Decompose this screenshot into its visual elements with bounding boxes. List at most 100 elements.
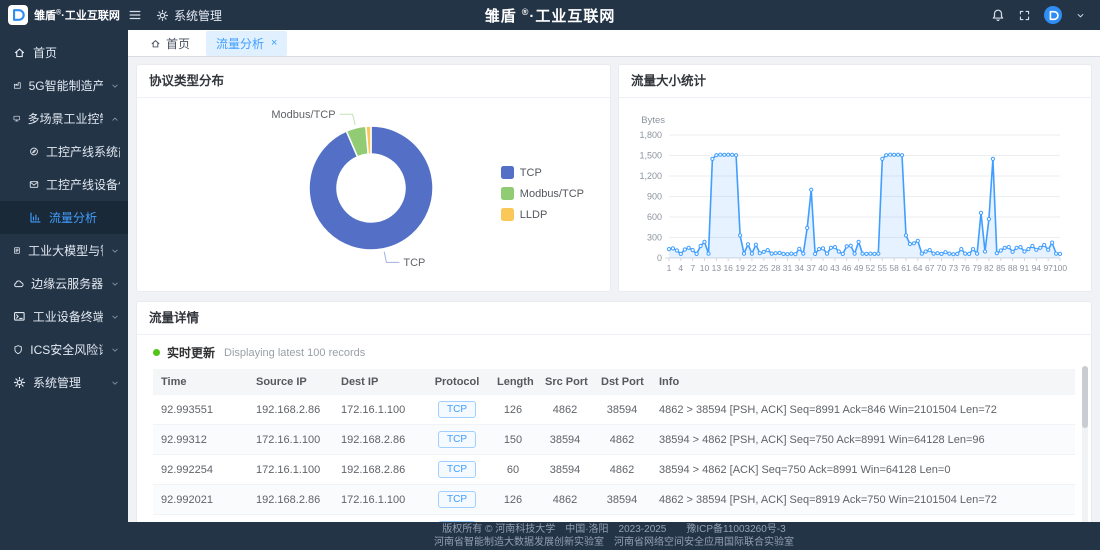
footer: 版权所有 © 河南科技大学 中国·洛阳 2023-2025 豫ICP备11003… (128, 522, 1100, 550)
tab-close-icon[interactable]: × (271, 38, 277, 49)
legend-item-lldp[interactable]: LLDP (501, 208, 584, 221)
home-icon (13, 46, 26, 59)
table-wrapper: TimeSource IPDest IPProtocolLengthSrc Po… (153, 369, 1075, 522)
chart-legend: TCP Modbus/TCP LLDP (501, 166, 584, 229)
svg-text:91: 91 (1020, 263, 1030, 273)
sidebar-item-line-device-info[interactable]: 工控产线设备信息 (0, 168, 128, 201)
sidebar-item-industrial-device-terminal[interactable]: 工业设备终端 (0, 300, 128, 333)
chevron-down-icon (110, 246, 120, 256)
column-header-length: Length (489, 369, 537, 395)
brand-logo[interactable]: 雏盾®·工业互联网 (0, 5, 128, 25)
legend-swatch (501, 166, 514, 179)
sidebar-item-industrial-ai-model[interactable]: 工业大模型与智能检测 (0, 234, 128, 267)
traffic-line-chart: Bytes03006009001,2001,5001,8001471013161… (619, 98, 1091, 291)
cell-src-port: 4862 (537, 485, 593, 515)
content: 协议类型分布 Modbus/TCPTCP TCPModbus/TCPLLDP 流… (128, 57, 1100, 522)
chevron-up-icon (110, 114, 120, 124)
sidebar-item-multi-scene-industrial-control[interactable]: 多场景工业控制产线系统 (0, 102, 128, 135)
svg-text:0: 0 (657, 253, 662, 263)
chevron-down-icon (110, 279, 120, 289)
top-nav-system-management[interactable]: 系统管理 (156, 7, 222, 24)
cell-src-port: 38594 (537, 455, 593, 485)
sidebar-item-system-management[interactable]: 系统管理 (0, 366, 128, 399)
chevron-down-glyph (110, 81, 120, 91)
cell-protocol: TCP (425, 425, 489, 455)
compass-icon (29, 145, 39, 158)
cell-time: 92.993551 (153, 395, 248, 425)
sidebar-item-label: 工业大模型与智能检测 (28, 242, 103, 259)
brand-logo-icon (8, 5, 28, 25)
sidebar-item-label: ICS安全风险评估 (30, 341, 103, 358)
chevron-down-icon (110, 81, 120, 91)
svg-text:37: 37 (806, 263, 816, 273)
panel-traffic-details: 流量详情 实时更新 Displaying latest 100 records … (136, 301, 1092, 522)
cell-length: 126 (489, 395, 537, 425)
svg-text:70: 70 (937, 263, 947, 273)
pie-chart-body: Modbus/TCP TCP TCP Modbus/TCP LLDP (137, 98, 610, 291)
sidebar-item-5g-smart-line[interactable]: 5G智能制造产线系统 (0, 69, 128, 102)
svg-text:300: 300 (647, 233, 662, 243)
sidebar-collapse-button[interactable] (128, 8, 142, 22)
svg-text:97: 97 (1043, 263, 1053, 273)
table-row: 92.991581172.16.1.100192.168.2.86TCP1723… (153, 515, 1075, 523)
avatar[interactable] (1044, 6, 1062, 24)
svg-text:40: 40 (818, 263, 828, 273)
svg-text:600: 600 (647, 212, 662, 222)
fullscreen-icon[interactable] (1018, 9, 1031, 22)
column-header-protocol: Protocol (425, 369, 489, 395)
shield-icon (13, 343, 23, 356)
app-header: 雏盾®·工业互联网 系统管理 雏盾 ®·工业互联网 (0, 0, 1100, 30)
live-status-dot (153, 349, 160, 356)
line-chart-body: Bytes03006009001,2001,5001,8001471013161… (619, 98, 1091, 291)
charts-row: 协议类型分布 Modbus/TCPTCP TCPModbus/TCPLLDP 流… (136, 64, 1092, 292)
svg-text:13: 13 (712, 263, 722, 273)
chevron-down-icon[interactable] (1075, 10, 1086, 21)
sidebar-item-label: 系统管理 (33, 374, 81, 391)
column-header-dest-ip: Dest IP (333, 369, 425, 395)
column-header-time: Time (153, 369, 248, 395)
table-row: 92.992254172.16.1.100192.168.2.86TCP6038… (153, 455, 1075, 485)
legend-item-modbus-tcp[interactable]: Modbus/TCP (501, 187, 584, 200)
sidebar-item-edge-cloud-server[interactable]: 边缘云服务器端 (0, 267, 128, 300)
cell-info: 38594 > 4862 [PSH, ACK] Seq=750 Ack=8991… (651, 425, 1075, 455)
monitor-icon (13, 112, 20, 125)
svg-text:61: 61 (901, 263, 911, 273)
sidebar-item-traffic-analysis[interactable]: 流量分析 (0, 201, 128, 234)
sidebar-item-line-system-intro[interactable]: 工控产线系统简介 (0, 135, 128, 168)
svg-text:58: 58 (889, 263, 899, 273)
chevron-down-icon (110, 345, 120, 355)
cell-dst-port: 4862 (593, 425, 651, 455)
tab-label: 首页 (166, 35, 190, 52)
svg-text:82: 82 (984, 263, 994, 273)
svg-text:49: 49 (854, 263, 864, 273)
table-row: 92.992021192.168.2.86172.16.1.100TCP1264… (153, 485, 1075, 515)
labs-line: 河南省智能制造大数据发展创新实验室 河南省网络空间安全应用国际联合实验室 (434, 537, 794, 549)
legend-item-tcp[interactable]: TCP (501, 166, 584, 179)
gear-icon (13, 376, 26, 389)
cell-protocol: TCP (425, 485, 489, 515)
table-scrollbar-thumb[interactable] (1082, 366, 1088, 428)
table-scrollbar[interactable] (1082, 366, 1088, 522)
tab-bar: 首页流量分析× (128, 30, 1100, 57)
column-header-src-port: Src Port (537, 369, 593, 395)
cell-source-ip: 192.168.2.86 (248, 485, 333, 515)
cell-source-ip: 172.16.1.100 (248, 455, 333, 485)
cell-info: 4862 > 38594 [PSH, ACK] Seq=8919 Ack=750… (651, 485, 1075, 515)
bell-icon[interactable] (991, 8, 1005, 22)
chevron-down-glyph (110, 279, 120, 289)
cell-protocol: TCP (425, 515, 489, 523)
sidebar-item-home[interactable]: 首页 (0, 36, 128, 69)
bell-icon (991, 8, 1005, 22)
svg-text:22: 22 (747, 263, 757, 273)
tab-traffic-analysis[interactable]: 流量分析× (206, 31, 287, 56)
svg-text:7: 7 (690, 263, 695, 273)
cloud-icon (13, 277, 24, 290)
sidebar-item-label: 工业设备终端 (33, 308, 103, 325)
tab-home[interactable]: 首页 (140, 31, 200, 56)
svg-text:73: 73 (949, 263, 959, 273)
sidebar-collapse-button (128, 8, 142, 22)
panel-protocol-distribution: 协议类型分布 Modbus/TCPTCP TCPModbus/TCPLLDP (136, 64, 611, 292)
chart-icon (29, 211, 42, 224)
svg-text:25: 25 (759, 263, 769, 273)
sidebar-item-ics-risk-assessment[interactable]: ICS安全风险评估 (0, 333, 128, 366)
